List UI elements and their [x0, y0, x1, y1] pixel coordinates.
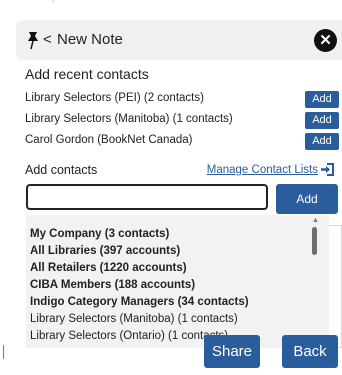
dropdown-option[interactable]: Indigo Category Managers (34 contacts)	[26, 294, 329, 311]
recent-contact-row: Library Selectors (Manitoba) (1 contacts…	[25, 112, 342, 130]
share-button[interactable]: Share	[204, 335, 260, 368]
pushpin-icon[interactable]	[26, 30, 40, 50]
left-edge-mark	[3, 345, 4, 359]
add-recent-button[interactable]: Add	[305, 133, 339, 150]
manage-contact-lists-link[interactable]: Manage Contact Lists	[207, 164, 318, 176]
add-recent-button[interactable]: Add	[305, 112, 339, 129]
new-note-panel: < New Note ✕ Add recent contacts Library…	[16, 14, 342, 375]
recent-contact-row: Carol Gordon (BookNet Canada) Add	[25, 133, 342, 151]
add-recent-button[interactable]: Add	[305, 91, 339, 108]
add-contact-button[interactable]: Add	[276, 184, 338, 214]
contact-list-icon[interactable]	[320, 161, 337, 178]
panel-header: < New Note ✕	[16, 20, 342, 60]
recent-contact-label: Library Selectors (Manitoba) (1 contacts…	[25, 113, 233, 125]
recent-contact-row: Library Selectors (PEI) (2 contacts) Add	[25, 91, 342, 109]
dropdown-scrollbar[interactable]: ▲ ▼	[310, 217, 320, 347]
add-contacts-heading: Add contacts	[25, 163, 98, 177]
contacts-dropdown: My Company (3 contacts) All Libraries (3…	[26, 215, 329, 348]
dropdown-option[interactable]: Library Selectors (Manitoba) (1 contacts…	[26, 311, 329, 328]
cursor-mark: `	[52, 0, 55, 9]
dropdown-option[interactable]: CIBA Members (188 accounts)	[26, 277, 329, 294]
panel-title: New Note	[57, 31, 123, 48]
dropdown-option[interactable]: All Libraries (397 accounts)	[26, 243, 329, 260]
dropdown-option[interactable]: All Retailers (1220 accounts)	[26, 260, 329, 277]
back-chevron-icon[interactable]: <	[43, 31, 52, 48]
recent-contact-label: Library Selectors (PEI) (2 contacts)	[25, 92, 204, 104]
recent-contact-label: Carol Gordon (BookNet Canada)	[25, 134, 193, 146]
close-icon: ✕	[319, 32, 332, 49]
dropdown-option[interactable]: My Company (3 contacts)	[26, 226, 329, 243]
dropdown-frame	[329, 225, 342, 348]
close-button[interactable]: ✕	[314, 29, 337, 52]
scroll-thumb[interactable]	[312, 227, 317, 255]
dropdown-top-spacer	[26, 215, 329, 226]
recent-contacts-heading: Add recent contacts	[25, 66, 149, 82]
scroll-up-arrow-icon[interactable]: ▲	[312, 217, 319, 224]
back-button[interactable]: Back	[282, 335, 338, 368]
add-contacts-input[interactable]	[26, 184, 268, 210]
